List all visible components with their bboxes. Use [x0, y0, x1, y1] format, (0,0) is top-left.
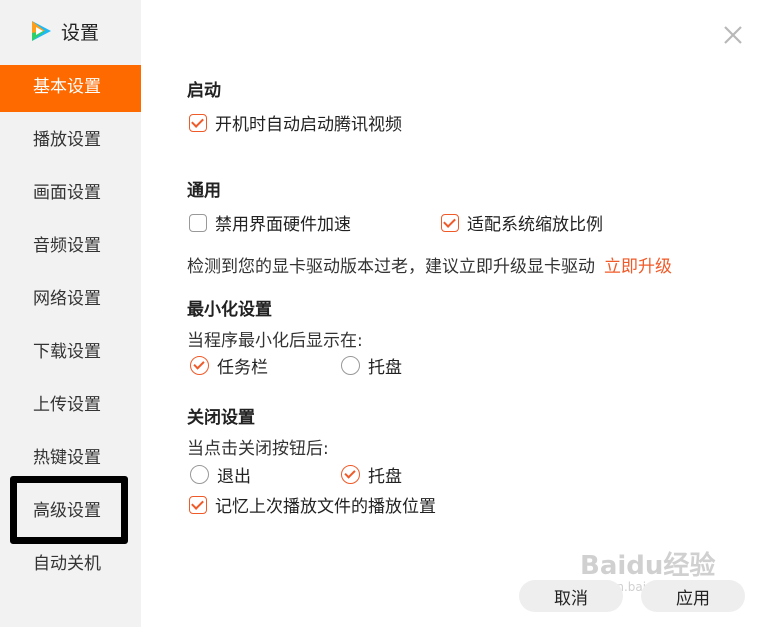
- close-icon: [724, 26, 742, 44]
- watermark-text: Baidu经验: [580, 551, 716, 581]
- close-button[interactable]: [720, 22, 746, 48]
- nav-item-download[interactable]: 下载设置: [0, 330, 141, 383]
- nav-item-audio[interactable]: 音频设置: [0, 224, 141, 277]
- nav-item-network[interactable]: 网络设置: [0, 277, 141, 330]
- remember-position-checkbox[interactable]: [189, 495, 207, 514]
- close-exit-label: 退出: [217, 467, 251, 487]
- close-prompt: 当点击关闭按钮后:: [187, 439, 329, 459]
- close-tray-option[interactable]: 托盘: [341, 462, 402, 487]
- app-brand: 设置: [29, 16, 99, 46]
- fit-scale-checkbox[interactable]: [441, 213, 459, 232]
- driver-notice-text: 检测到您的显卡驱动版本过老，建议立即升级显卡驱动: [187, 257, 595, 277]
- nav-item-basic[interactable]: 基本设置: [0, 65, 141, 112]
- nav-item-upload[interactable]: 上传设置: [0, 383, 141, 436]
- remember-position-label: 记忆上次播放文件的播放位置: [215, 497, 436, 517]
- nav-item-picture[interactable]: 画面设置: [0, 171, 141, 224]
- settings-title: 设置: [61, 21, 100, 44]
- settings-sidebar: 设置 基本设置 播放设置 画面设置 音频设置 网络设置 下载设置 上传设置 热键…: [0, 0, 141, 627]
- close-tray-label: 托盘: [368, 467, 402, 487]
- minimize-taskbar-option[interactable]: 任务栏: [190, 353, 268, 378]
- driver-notice: 检测到您的显卡驱动版本过老，建议立即升级显卡驱动 立即升级: [187, 252, 672, 277]
- minimize-taskbar-radio[interactable]: [190, 356, 209, 375]
- fit-scale-option[interactable]: 适配系统缩放比例: [441, 210, 603, 235]
- startup-section-title: 启动: [187, 81, 221, 101]
- nav-item-playback[interactable]: 播放设置: [0, 118, 141, 171]
- minimize-taskbar-label: 任务栏: [217, 358, 268, 378]
- minimize-tray-option[interactable]: 托盘: [341, 353, 402, 378]
- remember-position-option[interactable]: 记忆上次播放文件的播放位置: [189, 492, 436, 517]
- disable-hw-accel-option[interactable]: 禁用界面硬件加速: [189, 210, 351, 235]
- advanced-highlight-box: [10, 476, 128, 544]
- cancel-button[interactable]: 取消: [519, 580, 623, 612]
- apply-button[interactable]: 应用: [641, 580, 745, 612]
- general-section-title: 通用: [187, 181, 221, 201]
- close-section-title: 关闭设置: [187, 408, 255, 428]
- close-exit-radio[interactable]: [190, 465, 209, 484]
- minimize-tray-label: 托盘: [368, 358, 402, 378]
- minimize-section-title: 最小化设置: [187, 300, 272, 320]
- minimize-prompt: 当程序最小化后显示在:: [187, 331, 363, 351]
- fit-scale-label: 适配系统缩放比例: [467, 215, 603, 235]
- close-tray-radio[interactable]: [341, 465, 360, 484]
- nav-item-auto-shutdown[interactable]: 自动关机: [0, 542, 141, 595]
- tencent-video-logo-icon: [32, 21, 51, 41]
- minimize-tray-radio[interactable]: [341, 356, 360, 375]
- auto-start-label: 开机时自动启动腾讯视频: [215, 115, 402, 135]
- auto-start-checkbox[interactable]: [189, 113, 207, 132]
- close-exit-option[interactable]: 退出: [190, 462, 251, 487]
- disable-hw-accel-checkbox[interactable]: [189, 213, 207, 232]
- upgrade-driver-link[interactable]: 立即升级: [604, 257, 672, 277]
- auto-start-option[interactable]: 开机时自动启动腾讯视频: [189, 110, 402, 135]
- disable-hw-accel-label: 禁用界面硬件加速: [215, 215, 351, 235]
